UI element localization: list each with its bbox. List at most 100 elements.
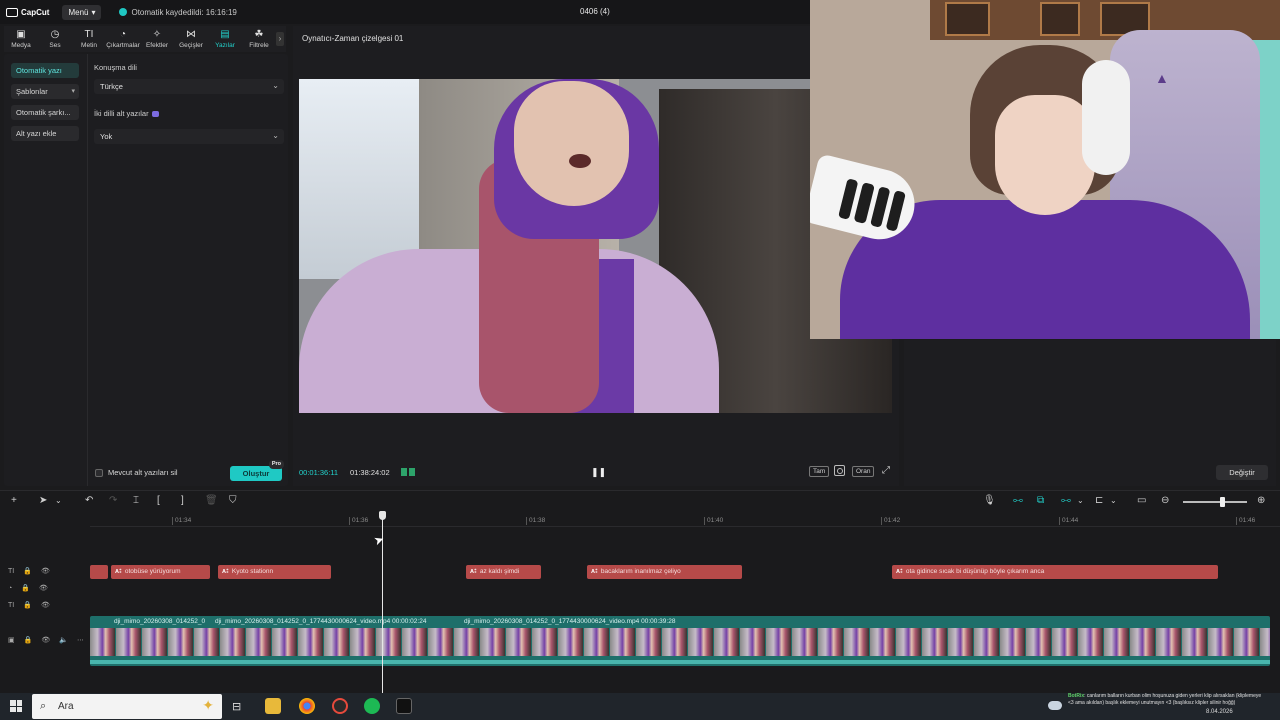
more-icon[interactable]: ⋯ — [77, 636, 84, 644]
zoom-slider-handle[interactable] — [1220, 497, 1225, 507]
aspect-ratio-button[interactable]: Oran — [852, 466, 875, 477]
sidebar-item-templates[interactable]: Şablonlar ▾ — [11, 84, 79, 99]
bilingual-value: Yok — [100, 132, 113, 141]
chevron-down-icon[interactable]: ⌄ — [1077, 496, 1084, 506]
sidebar-item-label: Şablonlar — [16, 87, 48, 96]
capcut-logo-icon — [6, 7, 18, 17]
timeline-ruler[interactable]: 01:34 01:36 01:38 01:40 01:42 01:44 01:4… — [90, 513, 1280, 527]
link-clips-icon[interactable]: ⧟ — [1061, 496, 1071, 506]
subtitle-clip[interactable] — [90, 565, 108, 579]
main-video-track[interactable]: dji_mimo_20260308_014252_0 dji_mimo_2026… — [90, 616, 1270, 666]
speech-language-select[interactable]: Türkçe ⌄ — [94, 79, 284, 94]
taskbar-search[interactable]: ⌕ Ara ✦ — [32, 694, 222, 719]
video-thumbnail — [90, 628, 115, 656]
tab-transitions-label: Geçişler — [179, 41, 203, 49]
spotify-icon[interactable] — [364, 698, 380, 714]
start-tile — [10, 706, 16, 712]
subtitle-clip[interactable]: A⁑ Kyoto stationn — [218, 565, 331, 579]
video-thumbnail — [272, 628, 297, 656]
capcut-taskbar-icon[interactable] — [396, 698, 412, 714]
speech-language-label: Konuşma dili — [94, 63, 137, 72]
tab-effects[interactable]: ✧ Efektler — [140, 26, 174, 52]
transitions-icon: ⋈ — [186, 28, 196, 40]
bilingual-captions-select[interactable]: Yok ⌄ — [94, 129, 284, 144]
eye-icon[interactable]: 👁 — [41, 601, 50, 609]
select-tool-icon[interactable]: ➤ — [39, 496, 47, 506]
change-button[interactable]: Değiştir — [1216, 465, 1268, 480]
undo-icon[interactable]: ↶ — [85, 496, 93, 506]
chevron-down-icon[interactable]: ⌄ — [55, 496, 62, 506]
cover-icon[interactable]: ▣ — [8, 636, 15, 644]
lock-icon[interactable]: 🔒 — [24, 636, 33, 644]
zoom-out-icon[interactable]: ⊖ — [1161, 496, 1169, 506]
file-explorer-icon[interactable] — [265, 698, 281, 714]
split-right-icon[interactable]: ] — [181, 496, 184, 506]
eye-icon[interactable]: 👁 — [39, 584, 48, 592]
zoom-slider[interactable] — [1183, 501, 1247, 503]
lock-icon[interactable]: 🔒 — [23, 567, 32, 575]
tab-stickers[interactable]: ◔ Çıkartmalar — [106, 26, 140, 52]
tab-media-label: Medya — [11, 41, 31, 49]
sidebar-item-auto-captions[interactable]: Otomatik yazı — [11, 63, 79, 78]
delete-icon[interactable]: 🗑 — [205, 496, 218, 506]
autosave-check-icon — [119, 8, 128, 16]
video-thumbnail — [1182, 628, 1207, 656]
chevron-down-icon[interactable]: ⌄ — [1110, 496, 1117, 506]
caption-track-icon[interactable]: ▭ — [1137, 496, 1146, 506]
split-icon[interactable]: ⌶ — [133, 496, 139, 506]
lock-icon[interactable]: 🔒 — [21, 584, 30, 592]
auto-snap-icon[interactable]: ⧉ — [1037, 496, 1044, 506]
windows-start-icon[interactable] — [10, 700, 22, 712]
video-track-controls: ▣ 🔒 👁 🔈 ⋯ — [8, 636, 84, 644]
toolbar-scroll-right-icon[interactable]: › — [276, 32, 284, 46]
preview-axis-icon[interactable]: ⊏ — [1095, 496, 1103, 506]
chat-notification[interactable]: BotRix: canlarım balların kurban olim ho… — [1068, 693, 1268, 720]
checkbox-box[interactable] — [95, 468, 103, 477]
pause-button[interactable]: ❚❚ — [591, 467, 606, 478]
eye-icon[interactable]: 👁 — [41, 567, 50, 575]
tab-transitions[interactable]: ⋈ Geçişler — [174, 26, 208, 52]
video-preview-frame[interactable] — [299, 79, 892, 413]
split-left-icon[interactable]: [ — [157, 496, 160, 506]
record-voice-icon[interactable]: 🎙 — [983, 496, 996, 506]
logo-text: CapCut — [21, 7, 50, 17]
obs-icon[interactable] — [332, 698, 348, 714]
create-label: Oluştur — [242, 469, 270, 478]
bilingual-captions-label: İki dilli alt yazılar — [94, 109, 159, 118]
sidebar-item-add-caption[interactable]: Alt yazı ekle — [11, 126, 79, 141]
search-icon: ⌕ — [40, 700, 47, 712]
subtitle-clip-text: ota gidince sıcak bi düşünüp böyle çıkar… — [905, 568, 1045, 575]
add-track-icon[interactable]: + — [11, 496, 17, 506]
subtitle-clip[interactable]: A⁑ bacaklarım inanılmaz çeliyo — [587, 565, 742, 579]
fullscreen-icon[interactable]: ⤢ — [882, 465, 890, 476]
eye-icon[interactable]: 👁 — [41, 636, 50, 644]
screenshot-icon[interactable] — [834, 465, 845, 476]
subtitle-clip[interactable]: A⁑ ota gidince sıcak bi düşünüp böyle çık… — [892, 565, 1218, 579]
tab-captions[interactable]: ▤ Yazılar — [208, 26, 242, 52]
full-quality-button[interactable]: Tam — [809, 466, 830, 477]
redo-icon[interactable]: ↷ — [109, 496, 117, 506]
tab-audio[interactable]: ◷ Ses — [38, 26, 72, 52]
menu-button[interactable]: Menü ▾ — [62, 4, 102, 20]
sidebar-item-auto-lyrics[interactable]: Otomatik şarkı... — [11, 105, 79, 120]
tab-text[interactable]: TI Metin — [72, 26, 106, 52]
chrome-icon[interactable] — [299, 698, 315, 714]
weather-cloud-icon[interactable] — [1048, 701, 1062, 710]
subtitle-clip[interactable]: A⁑ az kaldı şimdi — [466, 565, 541, 579]
zoom-in-icon[interactable]: ⊕ — [1257, 496, 1265, 506]
video-thumbnail — [584, 628, 609, 656]
main-track-magnet-icon[interactable]: ⧟ — [1013, 496, 1023, 506]
delete-existing-captions-checkbox[interactable]: Mevcut alt yazıları sil — [95, 468, 178, 477]
task-view-icon[interactable]: ⊟ — [232, 700, 248, 716]
ruler-tick: 01:44 — [1058, 517, 1079, 525]
speaker-icon[interactable]: 🔈 — [59, 636, 68, 644]
subtitle-clip[interactable]: A⁑ otobüse yürüyorum — [111, 565, 210, 579]
tab-filters[interactable]: ☘ Filtrele — [242, 26, 276, 52]
lock-icon[interactable]: 🔒 — [23, 601, 32, 609]
playhead-handle[interactable] — [379, 511, 386, 520]
chat-user: BotRix — [1068, 693, 1085, 699]
shield-icon[interactable]: ⛉ — [229, 496, 237, 506]
tab-media[interactable]: ▣ Medya — [4, 26, 38, 52]
create-captions-button[interactable]: Oluştur Pro — [230, 460, 284, 481]
sidebar-item-label: Otomatik şarkı... — [16, 108, 71, 117]
